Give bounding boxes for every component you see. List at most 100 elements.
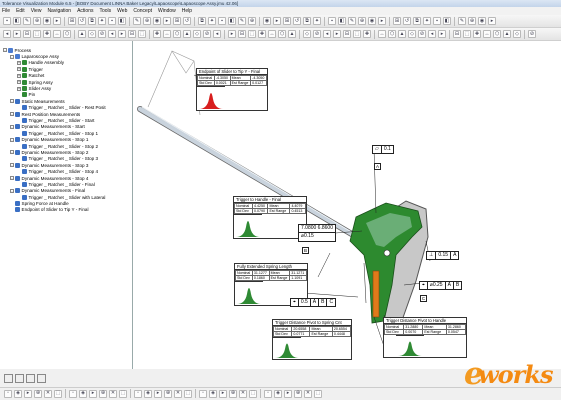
toolbar-button-icon[interactable]: ⊕ — [99, 389, 107, 398]
toolbar-button-icon[interactable]: ▸ — [378, 17, 386, 25]
toolbar-button-icon[interactable]: ⬚ — [184, 389, 192, 398]
toolbar-button-icon[interactable]: ⊘ — [203, 30, 211, 38]
menu-navigation[interactable]: Navigation — [47, 8, 71, 14]
tree-tab-icon[interactable] — [26, 374, 35, 383]
expand-icon[interactable]: + — [17, 67, 21, 72]
toolbar-button-icon[interactable]: ✚ — [363, 30, 371, 38]
toolbar-button-icon[interactable]: ▸ — [154, 389, 162, 398]
toolbar-button-icon[interactable]: ▫ — [199, 389, 207, 398]
toolbar-button-icon[interactable]: ↺ — [78, 17, 86, 25]
collapse-icon[interactable]: - — [10, 137, 14, 142]
toolbar-button-icon[interactable]: ⬚ — [249, 389, 257, 398]
toolbar-button-icon[interactable]: ▲ — [183, 30, 191, 38]
collapse-icon[interactable]: - — [10, 150, 14, 155]
toolbar-button-icon[interactable]: ↔ — [483, 30, 491, 38]
collapse-icon[interactable]: - — [10, 124, 14, 129]
toolbar-button-icon[interactable]: ▸ — [53, 17, 61, 25]
expand-icon[interactable]: + — [17, 80, 21, 85]
toolbar-button-icon[interactable]: ◈ — [144, 389, 152, 398]
toolbar-button-icon[interactable]: ⬚ — [138, 30, 146, 38]
toolbar-button-icon[interactable]: ▪ — [218, 17, 226, 25]
fcf-dimension[interactable]: 7.0800 6.8600 ⌀0.15 — [298, 224, 336, 242]
fcf-flatness[interactable]: ⏥ 0.1 — [372, 145, 394, 154]
expand-icon[interactable]: + — [17, 73, 21, 78]
toolbar-button-icon[interactable]: ◉ — [368, 17, 376, 25]
toolbar-button-icon[interactable]: ✕ — [109, 389, 117, 398]
toolbar-button-icon[interactable]: ✦ — [98, 17, 106, 25]
toolbar-button-icon[interactable]: ⬡ — [63, 30, 71, 38]
toolbar-button-icon[interactable]: ◇ — [193, 30, 201, 38]
toolbar-button-icon[interactable]: ⊘ — [528, 30, 536, 38]
toolbar-button-icon[interactable]: ⊕ — [358, 17, 366, 25]
toolbar-button-icon[interactable]: ⊟ — [343, 30, 351, 38]
toolbar-button-icon[interactable]: ⬡ — [388, 30, 396, 38]
toolbar-button-icon[interactable]: ◇ — [303, 30, 311, 38]
toolbar-button-icon[interactable]: ◂ — [3, 30, 11, 38]
menu-concept[interactable]: Concept — [133, 8, 152, 14]
collapse-icon[interactable]: - — [10, 188, 14, 193]
menu-file[interactable]: File — [2, 8, 10, 14]
toolbar-button-icon[interactable]: ↺ — [403, 17, 411, 25]
toolbar-button-icon[interactable]: ◧ — [13, 17, 21, 25]
toolbar-button-icon[interactable]: ◧ — [443, 17, 451, 25]
toolbar-button-icon[interactable]: ▸ — [284, 389, 292, 398]
toolbar-button-icon[interactable]: ⊞ — [173, 17, 181, 25]
toolbar-button-icon[interactable]: ◉ — [478, 17, 486, 25]
toolbar-button-icon[interactable]: ▲ — [503, 30, 511, 38]
toolbar-button-icon[interactable]: ◧ — [228, 17, 236, 25]
menu-actions[interactable]: Actions — [77, 8, 93, 14]
toolbar-button-icon[interactable]: ▪ — [328, 17, 336, 25]
toolbar-button-icon[interactable]: ◉ — [263, 17, 271, 25]
toolbar-button-icon[interactable]: ▸ — [438, 30, 446, 38]
toolbar-button-icon[interactable]: ◉ — [153, 17, 161, 25]
tree-tab-icon[interactable] — [4, 374, 13, 383]
toolbar-button-icon[interactable]: ⊘ — [418, 30, 426, 38]
toolbar-button-icon[interactable]: ✎ — [23, 17, 31, 25]
toolbar-button-icon[interactable]: ✕ — [44, 389, 52, 398]
toolbar-button-icon[interactable]: ✕ — [174, 389, 182, 398]
toolbar-button-icon[interactable]: ◇ — [408, 30, 416, 38]
callout-endpoint-slider[interactable]: Endpoint of Slider to Tip Y - Final Nomi… — [196, 68, 268, 111]
toolbar-button-icon[interactable]: ◧ — [118, 17, 126, 25]
toolbar-button-icon[interactable]: ⬚ — [353, 30, 361, 38]
toolbar-button-icon[interactable]: ✦ — [423, 17, 431, 25]
toolbar-button-icon[interactable]: ▲ — [398, 30, 406, 38]
toolbar-button-icon[interactable]: ◈ — [209, 389, 217, 398]
toolbar-button-icon[interactable]: ▸ — [24, 389, 32, 398]
toolbar-button-icon[interactable]: ↺ — [293, 17, 301, 25]
collapse-icon[interactable]: - — [10, 99, 14, 104]
toolbar-button-icon[interactable]: ✎ — [348, 17, 356, 25]
toolbar-button-icon[interactable]: ◂ — [213, 30, 221, 38]
toolbar-button-icon[interactable]: ◂ — [323, 30, 331, 38]
toolbar-button-icon[interactable]: ⧉ — [198, 17, 206, 25]
3d-viewport[interactable]: Endpoint of Slider to Tip Y - Final Nomi… — [134, 41, 561, 369]
toolbar-button-icon[interactable]: ↺ — [183, 17, 191, 25]
callout-pivot-to-handle[interactable]: Trigger Distance Pivot to Handle Nominal… — [383, 317, 467, 358]
toolbar-button-icon[interactable]: ⬚ — [33, 30, 41, 38]
toolbar-button-icon[interactable]: ⊕ — [229, 389, 237, 398]
toolbar-button-icon[interactable]: ✚ — [43, 30, 51, 38]
callout-trigger-to-handle[interactable]: Trigger to Handle - Final Nominal 4.4250… — [233, 196, 307, 239]
toolbar-button-icon[interactable]: ▫ — [4, 389, 12, 398]
expand-icon[interactable]: + — [17, 86, 21, 91]
toolbar-button-icon[interactable]: ◂ — [108, 30, 116, 38]
fcf-perpendicularity[interactable]: ⊥ 0.15 A — [426, 251, 460, 260]
tree-tab-icon[interactable] — [37, 374, 46, 383]
toolbar-button-icon[interactable]: ▸ — [228, 30, 236, 38]
toolbar-button-icon[interactable]: ⧉ — [413, 17, 421, 25]
toolbar-button-icon[interactable]: ⊕ — [468, 17, 476, 25]
toolbar-button-icon[interactable]: ⊕ — [164, 389, 172, 398]
toolbar-button-icon[interactable]: ✕ — [304, 389, 312, 398]
toolbar-button-icon[interactable]: ⊞ — [283, 17, 291, 25]
toolbar-button-icon[interactable]: ⊕ — [248, 17, 256, 25]
toolbar-button-icon[interactable]: ✚ — [258, 30, 266, 38]
toolbar-button-icon[interactable]: ↔ — [163, 30, 171, 38]
toolbar-button-icon[interactable]: ⧉ — [88, 17, 96, 25]
toolbar-button-icon[interactable]: ⊕ — [33, 17, 41, 25]
model-tree[interactable]: - Process - Laparoscope Assy + Handle Assembl… — [0, 41, 133, 369]
menu-view[interactable]: View — [31, 8, 42, 14]
toolbar-button-icon[interactable]: ◂ — [428, 30, 436, 38]
collapse-icon[interactable]: - — [3, 48, 7, 53]
tree-node[interactable]: Endpoint of Slider to Tip Y - Final — [0, 207, 132, 213]
toolbar-button-icon[interactable]: ⊘ — [98, 30, 106, 38]
